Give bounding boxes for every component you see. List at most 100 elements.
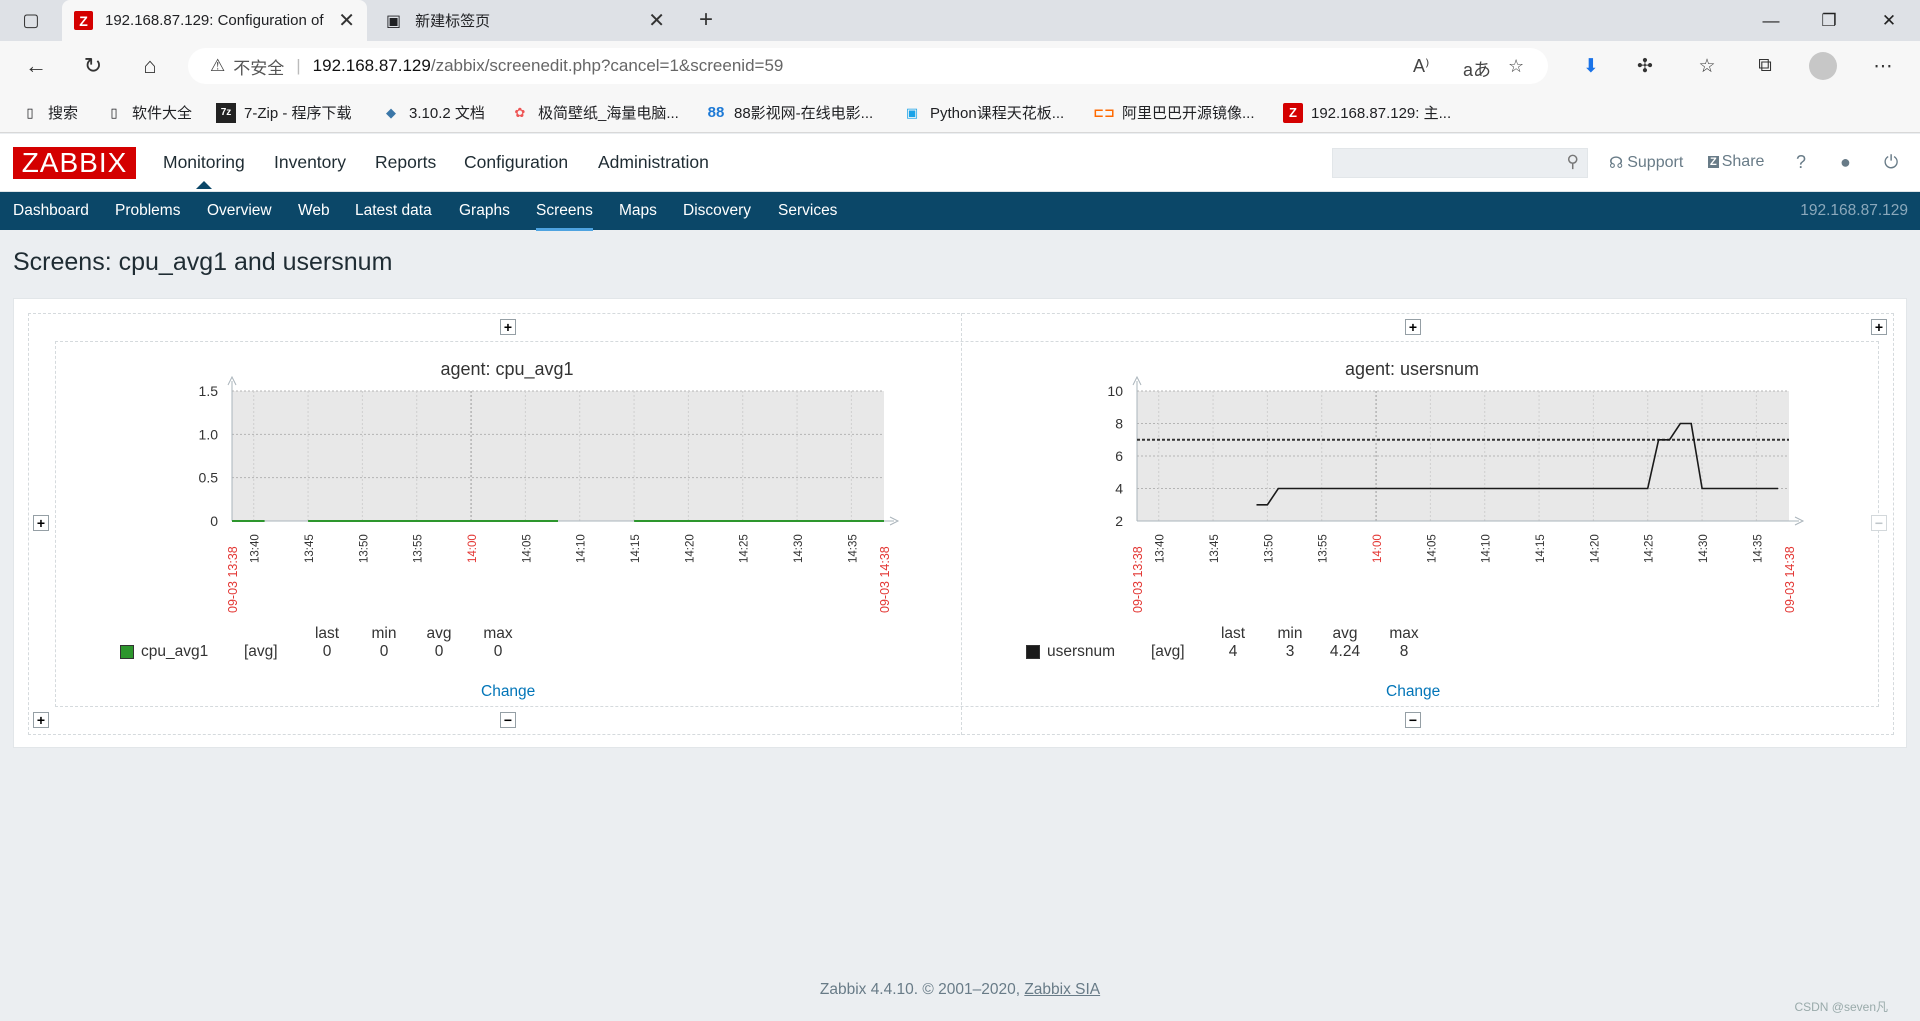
read-aloud-icon[interactable]: A⁾ <box>1413 56 1429 77</box>
subnav-overview[interactable]: Overview <box>207 202 272 220</box>
remove-row-minus-icon[interactable]: − <box>1405 712 1421 728</box>
subnav-discovery[interactable]: Discovery <box>683 202 751 220</box>
tab-actions-icon[interactable]: ▢ <box>15 4 47 36</box>
bookmark-item[interactable]: ▯ 软件大全 <box>104 102 192 123</box>
menu-inventory[interactable]: Inventory <box>274 152 346 173</box>
subnav-maps[interactable]: Maps <box>619 202 657 220</box>
python-icon: ◆ <box>386 104 396 120</box>
legend-value-avg: 4.24 <box>1329 643 1361 660</box>
subnav-dashboard[interactable]: Dashboard <box>13 202 89 220</box>
collections-icon[interactable]: ⧉ <box>1750 51 1780 81</box>
profile-avatar[interactable] <box>1808 51 1838 81</box>
subnav-web[interactable]: Web <box>298 202 330 220</box>
reload-icon[interactable]: ↻ <box>77 50 109 82</box>
x-end-label: 09-03 14:38 <box>878 546 892 613</box>
y-tick-label: 1.0 <box>199 426 219 442</box>
translate-icon[interactable]: aあ <box>1463 56 1491 82</box>
page-icon: ▯ <box>110 104 118 120</box>
bookmark-item[interactable]: ✿ 极简壁纸_海量电脑... <box>510 102 679 123</box>
browser-tab-zabbix[interactable]: Z 192.168.87.129: Configuration of ✕ <box>62 0 367 41</box>
close-icon[interactable]: ✕ <box>648 8 665 33</box>
watermark: CSDN @seven凡 <box>1794 1000 1888 1014</box>
share-link[interactable]: Z Share <box>1708 153 1764 171</box>
bilibili-icon: ▣ <box>905 104 919 120</box>
subnav-screens[interactable]: Screens <box>536 202 593 231</box>
browser-tab-newtab[interactable]: ▣ 新建标签页 ✕ <box>372 0 677 41</box>
zabbix-favicon-icon: Z <box>1283 102 1303 123</box>
bookmark-label: 3.10.2 文档 <box>409 105 485 122</box>
footer-link[interactable]: Zabbix SIA <box>1024 981 1100 998</box>
bookmark-label: 阿里巴巴开源镜像... <box>1122 105 1255 122</box>
browser-tab-bar: ▢ Z 192.168.87.129: Configuration of ✕ ▣… <box>0 0 1920 41</box>
add-column-plus-icon[interactable]: + <box>1405 319 1421 335</box>
subnav-graphs[interactable]: Graphs <box>459 202 510 220</box>
legend-value-max: 0 <box>493 643 503 660</box>
favorite-add-icon[interactable]: ☆ <box>1508 56 1524 77</box>
extension-badge-icon[interactable]: ⬇ <box>1576 51 1606 81</box>
add-row-plus-icon[interactable]: + <box>33 712 49 728</box>
legend-header-max: max <box>1389 625 1419 642</box>
x-tick-label: 14:00 <box>467 534 479 563</box>
more-menu-icon[interactable]: ⋯ <box>1868 51 1898 81</box>
legend-value-last: 4 <box>1228 643 1238 660</box>
7zip-icon: 7z <box>216 102 236 123</box>
subnav-latest-data[interactable]: Latest data <box>355 202 432 220</box>
extensions-icon[interactable]: ✣ <box>1630 51 1660 81</box>
x-tick-label: 14:20 <box>684 534 696 563</box>
bookmark-item[interactable]: 88 88影视网-在线电影... <box>706 102 874 123</box>
zabbix-logo[interactable]: ZABBIX <box>13 147 136 179</box>
window-close-icon[interactable]: ✕ <box>1860 0 1918 41</box>
legend-swatch <box>1026 645 1040 659</box>
bookmark-item[interactable]: Z 192.168.87.129: 主... <box>1283 102 1451 123</box>
add-column-plus-icon[interactable]: + <box>1871 319 1887 335</box>
user-profile-icon[interactable]: ● <box>1840 152 1851 173</box>
search-icon[interactable]: ⚲ <box>1567 152 1579 172</box>
bookmark-item[interactable]: 7z 7-Zip - 程序下载 <box>216 102 352 123</box>
change-graph-link[interactable]: Change <box>481 683 535 701</box>
bookmark-item[interactable]: ▣ Python课程天花板... <box>902 102 1064 123</box>
movie-site-icon: 88 <box>707 104 725 121</box>
tab-title: 192.168.87.129: Configuration of <box>105 12 324 29</box>
address-bar[interactable]: ⚠ 不安全 | 192.168.87.129 /zabbix/screenedi… <box>188 48 1548 84</box>
back-arrow-icon[interactable]: ← <box>20 50 52 82</box>
menu-administration[interactable]: Administration <box>598 152 709 173</box>
add-column-plus-icon[interactable]: + <box>500 319 516 335</box>
add-row-plus-icon[interactable]: + <box>33 515 49 531</box>
menu-monitoring[interactable]: Monitoring <box>163 152 245 189</box>
bookmark-item[interactable]: ▯ 搜索 <box>20 102 78 123</box>
remove-row-minus-icon[interactable]: − <box>500 712 516 728</box>
legend-swatch <box>120 645 134 659</box>
legend-series-name: cpu_avg1 <box>141 643 209 660</box>
bookmark-item[interactable]: ◆ 3.10.2 文档 <box>381 102 485 123</box>
home-icon[interactable]: ⌂ <box>134 50 166 82</box>
url-path: /zabbix/screenedit.php?cancel=1&screenid… <box>430 56 784 75</box>
menu-reports[interactable]: Reports <box>375 152 436 173</box>
change-graph-link[interactable]: Change <box>1386 683 1440 701</box>
restore-icon[interactable]: ❐ <box>1800 0 1858 41</box>
share-z-icon: Z <box>1708 156 1719 168</box>
support-link[interactable]: ☊ Support <box>1609 153 1683 173</box>
bookmark-item[interactable]: ⊏⊐ 阿里巴巴开源镜像... <box>1093 102 1255 123</box>
y-tick-label: 1.5 <box>199 383 219 399</box>
bookmark-label: 极简壁纸_海量电脑... <box>538 105 679 122</box>
legend-header-last: last <box>314 625 340 642</box>
search-input[interactable]: ⚲ <box>1332 148 1588 178</box>
warning-icon: ⚠ <box>210 56 226 75</box>
legend-header-avg: avg <box>426 625 452 642</box>
sign-out-icon[interactable]: ⏻ <box>1884 152 1898 173</box>
usersnum-graph: 2 4 6 8 10 13:40 13:45 13:50 13:55 14:00 14:05 14:1… <box>1107 375 1805 613</box>
address-separator: | <box>296 56 301 75</box>
subnav-problems[interactable]: Problems <box>115 202 180 220</box>
footer-text: Zabbix 4.4.10. © 2001–2020, <box>819 981 1025 998</box>
favorites-icon[interactable]: ☆ <box>1692 51 1722 81</box>
help-icon[interactable]: ? <box>1796 152 1806 173</box>
menu-configuration[interactable]: Configuration <box>464 152 568 173</box>
x-tick-label: 14:30 <box>1698 534 1710 563</box>
close-icon[interactable]: ✕ <box>338 8 355 33</box>
x-tick-label: 14:05 <box>1426 534 1438 563</box>
legend-header-last: last <box>1220 625 1246 642</box>
bookmark-label: 软件大全 <box>132 105 193 122</box>
minimize-icon[interactable]: — <box>1742 0 1800 41</box>
subnav-services[interactable]: Services <box>778 202 837 220</box>
new-tab-plus-icon[interactable]: + <box>690 4 722 36</box>
